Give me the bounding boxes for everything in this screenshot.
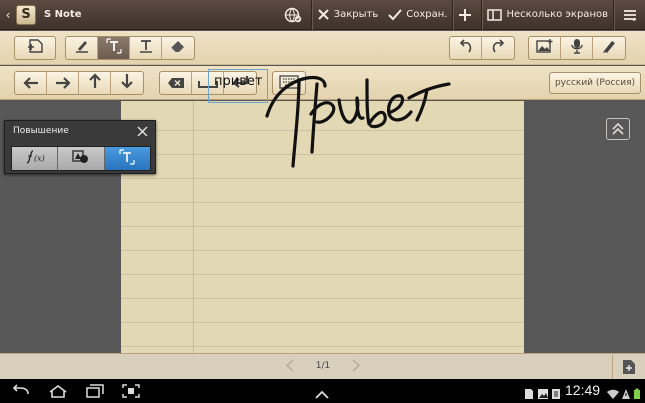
formula-tool-button[interactable]: (x)	[12, 147, 59, 170]
panel-tools: (x)	[11, 146, 151, 171]
multiscreen-button[interactable]: Несколько экранов	[482, 0, 613, 30]
cursor-left-button[interactable]	[15, 72, 47, 94]
chevron-left-icon	[285, 359, 294, 372]
text-button[interactable]	[130, 37, 162, 59]
app-title: S Note	[44, 9, 82, 20]
page-indicator: 1/1	[315, 361, 331, 371]
image-icon	[535, 38, 554, 58]
brush-icon	[601, 38, 617, 58]
handwriting-stroke[interactable]	[255, 68, 455, 173]
page-navigation-bar: 1/1	[0, 353, 645, 379]
add-page-button[interactable]	[612, 355, 644, 379]
shape-tool-button[interactable]	[58, 147, 105, 170]
text-box-icon	[105, 38, 122, 58]
arrow-right-icon	[55, 74, 71, 93]
history-group	[449, 36, 515, 60]
close-button[interactable]: Закрыть	[312, 0, 384, 30]
text-icon	[138, 38, 154, 58]
panel-header: Повышение	[5, 121, 155, 141]
cursor-group	[14, 71, 144, 95]
backspace-button[interactable]	[160, 72, 192, 94]
app-logo[interactable]: S	[16, 4, 36, 25]
system-back-button[interactable]	[12, 383, 30, 402]
eraser-button[interactable]	[162, 37, 194, 59]
text-box-icon	[119, 148, 135, 169]
panel-close-button[interactable]	[135, 124, 149, 138]
text-tool-button[interactable]	[104, 147, 150, 170]
save-button[interactable]: Сохран.	[383, 0, 452, 30]
previous-page-button[interactable]	[285, 359, 294, 375]
close-icon	[317, 8, 330, 21]
collapse-toolbar-button[interactable]	[606, 118, 630, 140]
plus-icon	[458, 8, 472, 22]
redo-icon	[490, 38, 506, 58]
backspace-icon	[167, 74, 185, 93]
add-button[interactable]	[453, 0, 481, 30]
formula-icon: (x)	[24, 149, 46, 168]
close-icon	[136, 125, 148, 137]
sd-card-icon	[524, 385, 534, 403]
recent-apps-button[interactable]	[86, 383, 104, 402]
menu-button[interactable]	[614, 0, 645, 30]
home-icon	[49, 385, 67, 398]
arrow-down-icon	[121, 73, 133, 93]
screenshot-icon	[122, 384, 140, 398]
battery-icon	[633, 385, 641, 403]
arrow-up-icon	[88, 73, 101, 93]
chevron-right-icon	[352, 359, 361, 372]
battery-warning-icon	[621, 385, 631, 403]
cursor-right-button[interactable]	[47, 72, 79, 94]
menu-icon	[623, 9, 637, 21]
app-tray-button[interactable]	[314, 385, 330, 403]
language-button[interactable]: русский (Россия)	[548, 72, 641, 94]
pen-button[interactable]	[66, 37, 98, 59]
double-chevron-up-icon	[611, 120, 625, 139]
screenshot-button[interactable]	[122, 383, 140, 402]
panel-title: Повышение	[13, 126, 69, 136]
back-chevron-icon[interactable]: ‹	[2, 8, 14, 22]
margin-line	[193, 101, 194, 353]
system-navigation-bar: 12:49	[0, 379, 645, 403]
next-page-button[interactable]	[352, 359, 361, 375]
insert-image-button[interactable]	[529, 37, 561, 59]
pen-icon	[74, 38, 90, 58]
eraser-icon	[169, 38, 187, 58]
undo-button[interactable]	[450, 37, 482, 59]
wifi-icon	[606, 385, 620, 403]
recognition-panel: Повышение (x)	[4, 120, 156, 174]
text-box-button[interactable]	[98, 37, 130, 59]
multiscreen-label: Несколько экранов	[506, 9, 608, 20]
system-home-button[interactable]	[48, 383, 68, 402]
recent-apps-icon	[86, 384, 104, 398]
status-clock: 12:49	[565, 382, 601, 398]
sync-button[interactable]	[279, 0, 311, 30]
cursor-down-button[interactable]	[111, 72, 143, 94]
checkmark-icon	[388, 8, 403, 21]
save-label: Сохран.	[406, 9, 448, 20]
voice-button[interactable]	[561, 37, 593, 59]
insert-group	[14, 36, 56, 60]
globe-sync-icon	[284, 7, 302, 23]
undo-icon	[458, 38, 474, 58]
pen-toolbar	[0, 31, 645, 65]
add-page-icon	[622, 360, 635, 374]
redo-button[interactable]	[482, 37, 514, 59]
svg-text:(x): (x)	[34, 154, 45, 163]
chevron-up-icon	[315, 390, 329, 399]
brush-button[interactable]	[593, 37, 625, 59]
cursor-up-button[interactable]	[79, 72, 111, 94]
arrow-left-icon	[22, 74, 39, 93]
insert-area-icon	[26, 38, 44, 58]
pen-mode-group	[65, 36, 195, 60]
microphone-icon	[570, 38, 584, 58]
close-label: Закрыть	[333, 9, 379, 20]
split-screen-icon	[487, 8, 503, 21]
gallery-notification-icon	[537, 385, 549, 403]
shape-icon	[72, 149, 90, 168]
download-notification-icon	[551, 385, 561, 403]
insert-area-button[interactable]	[15, 37, 55, 59]
back-arrow-icon	[12, 384, 29, 395]
title-bar: ‹ S S Note Закрыть Сохран. Несколько экр…	[0, 0, 645, 30]
media-group	[528, 36, 626, 60]
